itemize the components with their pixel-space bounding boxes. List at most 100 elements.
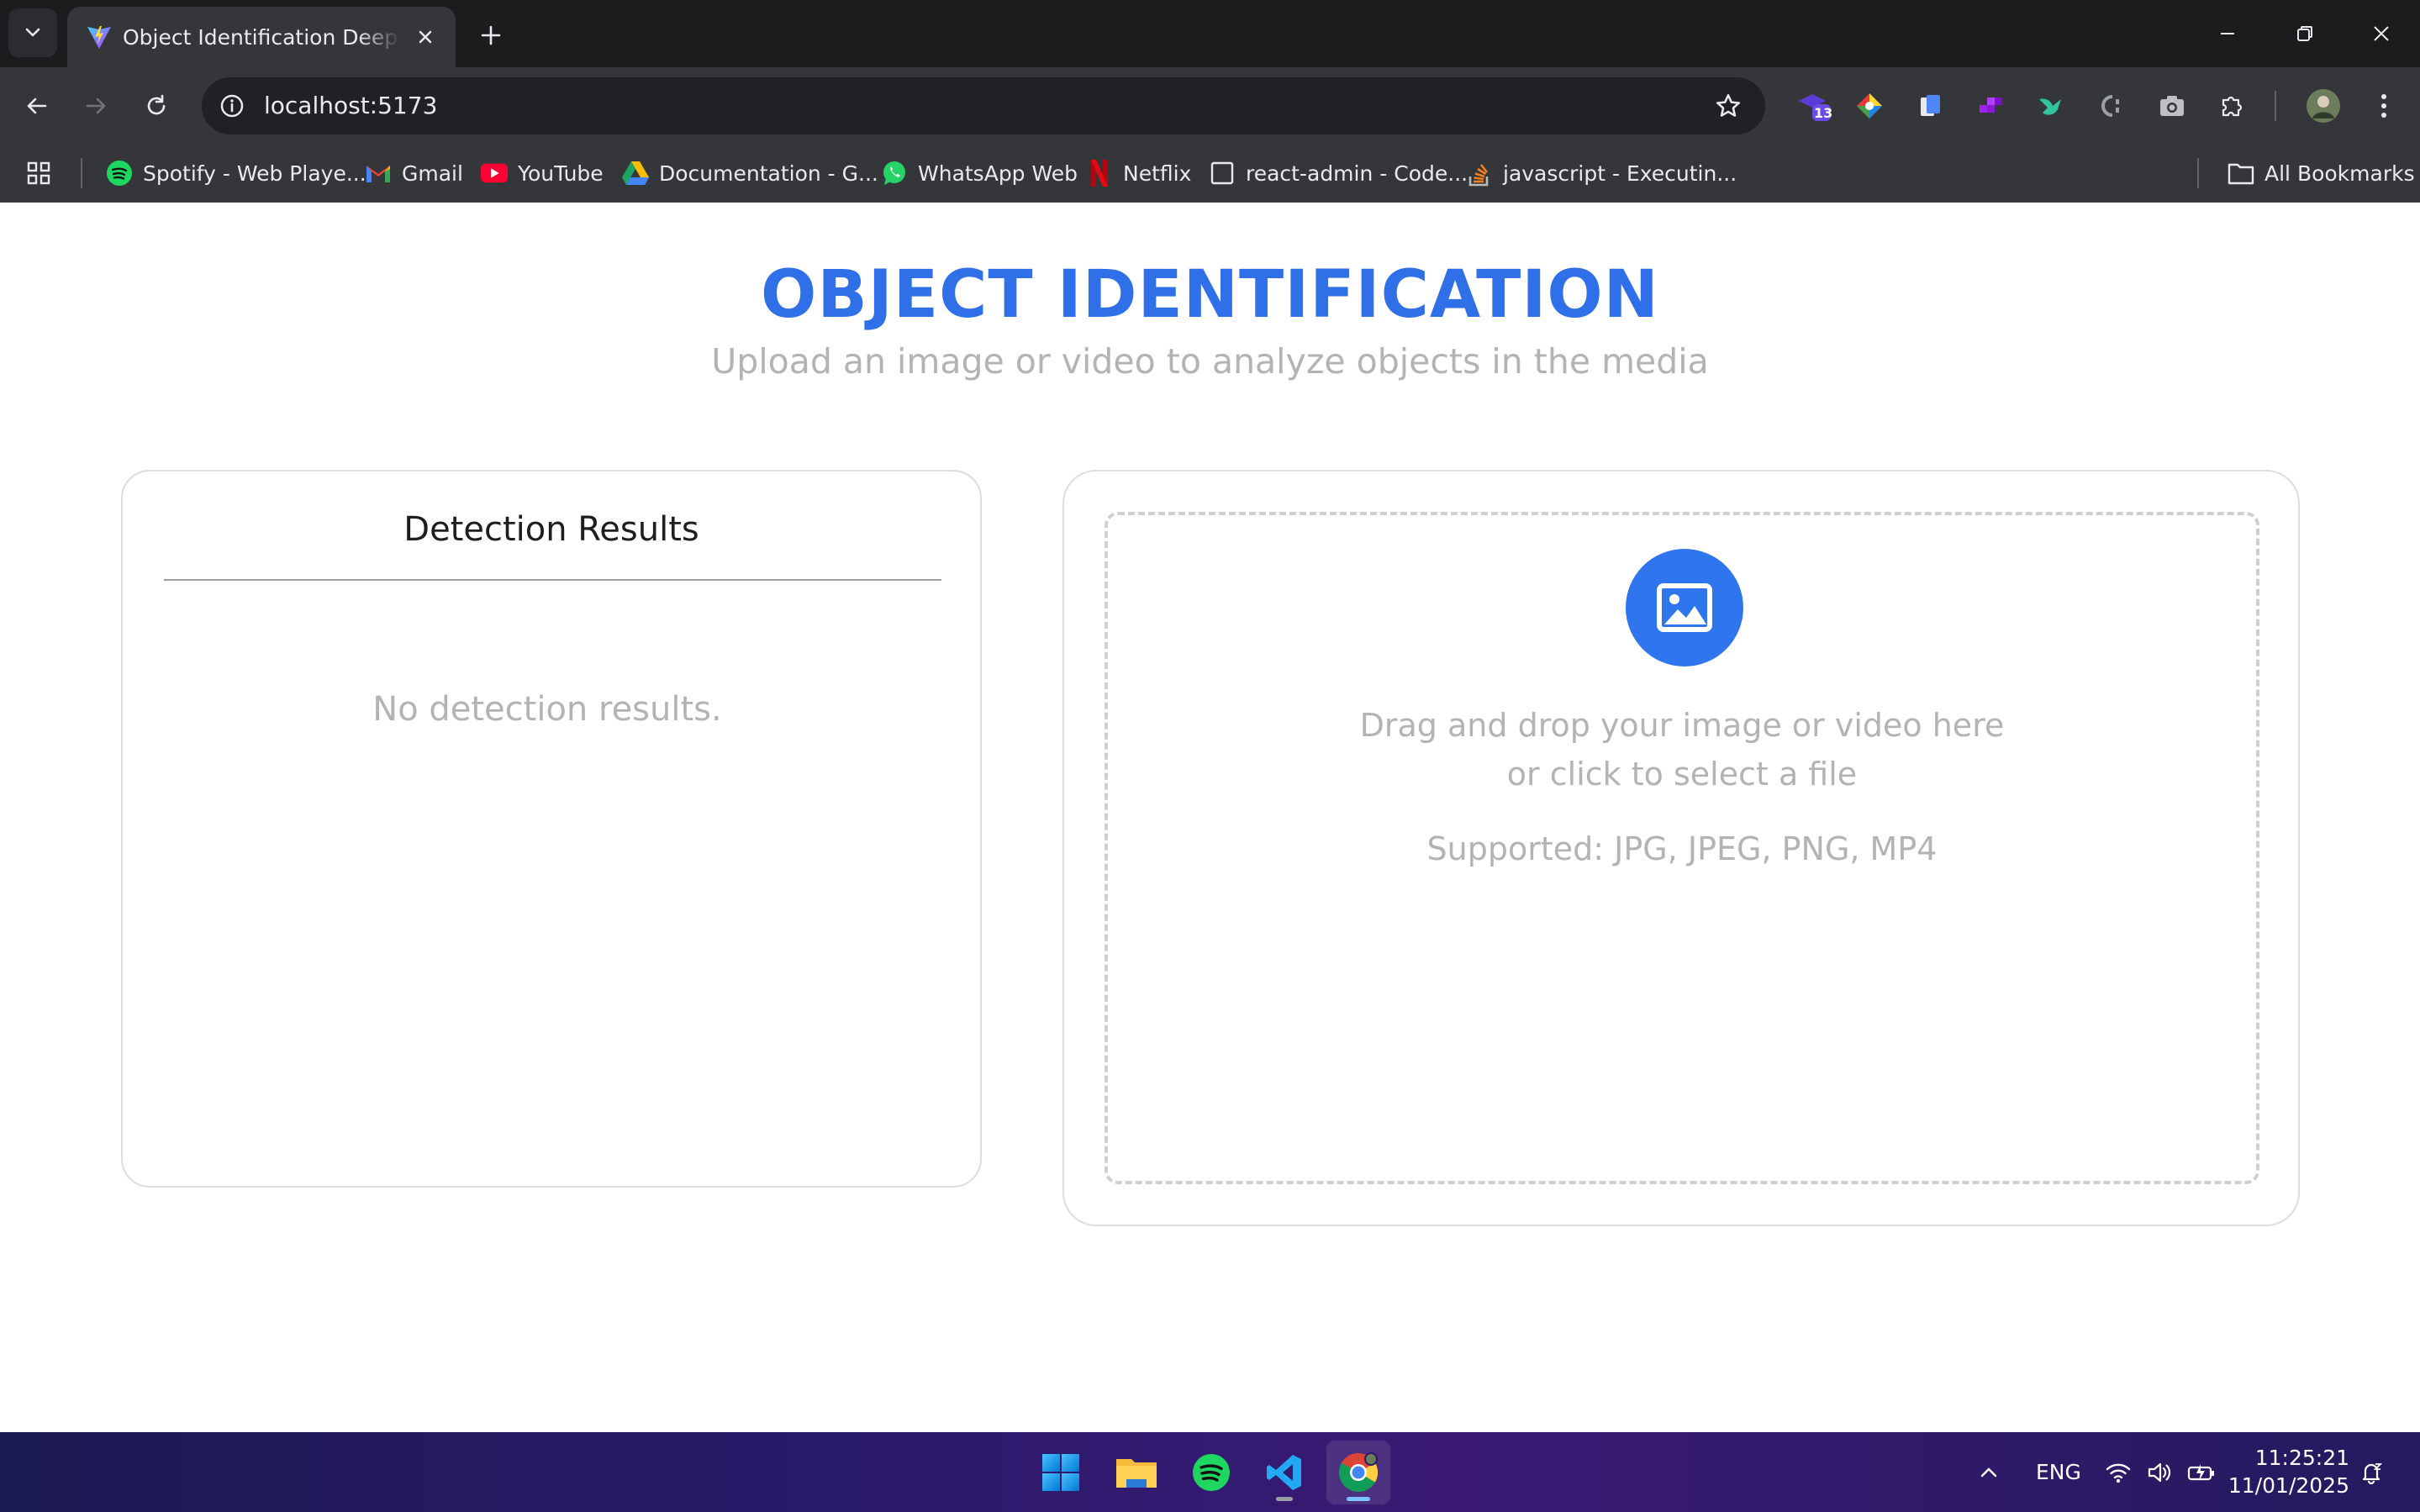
spotify-icon [106, 160, 133, 187]
extension-tetris-button[interactable] [1970, 86, 2011, 126]
dropzone-instruction: Drag and drop your image or video here [1359, 707, 2005, 744]
chrome-menu-button[interactable] [2364, 86, 2404, 126]
bookmark-label: react-admin - Code... [1246, 161, 1468, 186]
restore-icon [2297, 26, 2312, 41]
forward-button[interactable] [72, 82, 119, 129]
language-indicator[interactable]: ENG [2036, 1432, 2081, 1512]
bookmark-javascript[interactable]: javascript - Executin... [1466, 153, 1737, 193]
blocks-icon [1980, 97, 2002, 113]
vscode-taskbar-button[interactable] [1252, 1441, 1316, 1504]
bookmark-label: YouTube [518, 161, 604, 186]
chrome-taskbar-button[interactable] [1326, 1441, 1390, 1504]
bookmark-netflix[interactable]: Netflix [1086, 153, 1191, 193]
puzzle-icon [2222, 96, 2243, 117]
address-bar[interactable]: localhost:5173 [202, 77, 1765, 134]
tray-overflow-button[interactable] [1977, 1432, 2001, 1512]
notifications-button[interactable] [2359, 1432, 2384, 1512]
bookmark-label: Documentation - G... [659, 161, 878, 186]
arrow-right-icon [86, 97, 106, 114]
bookmark-gmail[interactable]: Gmail [365, 153, 463, 193]
vscode-icon [1267, 1455, 1301, 1490]
wifi-icon [2106, 1463, 2131, 1483]
active-indicator [1347, 1497, 1370, 1501]
quick-settings-button[interactable] [2105, 1432, 2216, 1512]
running-indicator [1276, 1497, 1293, 1501]
close-icon [2374, 26, 2389, 41]
windows-taskbar: ENG 11:25:21 11/01/2025 [0, 1432, 2420, 1512]
bookmark-documentation[interactable]: Documentation - G... [622, 153, 878, 193]
tab-close-button[interactable] [412, 24, 439, 50]
google-drive-icon [622, 160, 649, 187]
results-empty-message: No detection results. [372, 690, 722, 729]
file-explorer-icon [1116, 1459, 1157, 1488]
extension-c-button[interactable] [2091, 86, 2132, 126]
results-divider [164, 579, 941, 581]
close-window-button[interactable] [2343, 0, 2420, 67]
new-tab-button[interactable] [471, 15, 511, 55]
back-button[interactable] [13, 82, 61, 129]
youtube-icon [481, 160, 508, 187]
c-bracket-icon [2101, 95, 2119, 117]
browser-toolbar: localhost:5173 13 [0, 67, 2420, 145]
chevron-up-icon [1980, 1467, 1997, 1477]
windows-start-icon [1042, 1454, 1079, 1491]
extension-bird-button[interactable] [2031, 86, 2071, 126]
bookmark-label: Spotify - Web Playe... [143, 161, 366, 186]
extension-screenshot-button[interactable] [2152, 86, 2192, 126]
apps-grid-button[interactable] [25, 153, 52, 193]
netflix-icon [1086, 160, 1113, 187]
speaker-icon [2148, 1462, 2171, 1482]
bookmarks-bar: Spotify - Web Playe... Gmail YouTube Doc… [0, 145, 2420, 203]
start-button[interactable] [1029, 1441, 1093, 1504]
file-dropzone[interactable]: Drag and drop your image or video here o… [1105, 512, 2259, 1184]
reload-button[interactable] [133, 82, 180, 129]
bookmark-whatsapp[interactable]: WhatsApp Web [881, 153, 1078, 193]
extension-badge-count: 13 [1814, 105, 1833, 121]
kebab-menu-icon [2381, 94, 2386, 118]
close-icon [419, 30, 432, 44]
tab-active[interactable]: Object Identification Deep Learning [67, 7, 456, 67]
bookmark-label: javascript - Executin... [1503, 161, 1737, 186]
file-explorer-button[interactable] [1105, 1441, 1168, 1504]
extensions-menu-button[interactable] [2212, 86, 2253, 126]
avatar-icon [2307, 89, 2340, 123]
profile-avatar-button[interactable] [2303, 86, 2344, 126]
tab-title: Object Identification Deep Learning [123, 25, 400, 50]
bookmark-react-admin[interactable]: react-admin - Code... [1209, 153, 1468, 193]
supported-formats: Supported: JPG, JPEG, PNG, MP4 [1426, 830, 1938, 867]
restore-button[interactable] [2266, 0, 2344, 67]
bookmark-label: Gmail [402, 161, 463, 186]
app-page: OBJECT IDENTIFICATION Upload an image or… [0, 203, 2420, 1432]
tab-search-button[interactable] [8, 8, 57, 57]
spotify-taskbar-button[interactable] [1179, 1441, 1243, 1504]
system-clock[interactable]: 11:25:21 11/01/2025 [2228, 1444, 2349, 1499]
all-bookmarks-button[interactable]: All Bookmarks [2228, 153, 2415, 193]
color-diamond-icon [1857, 93, 1882, 119]
minimize-icon [2221, 33, 2234, 34]
extension-badge-button[interactable]: 13 [1794, 86, 1834, 126]
bookmark-youtube[interactable]: YouTube [481, 153, 604, 193]
copy-docs-icon [1921, 95, 1940, 116]
detection-results-panel: Detection Results No detection results. [121, 470, 982, 1188]
site-info-button[interactable] [214, 87, 250, 124]
camera-icon [2160, 96, 2184, 116]
extension-docs-button[interactable] [1910, 86, 1950, 126]
extension-colorful-button[interactable] [1849, 86, 1890, 126]
bookmarks-divider [81, 158, 82, 188]
image-upload-icon[interactable] [1626, 549, 1743, 666]
arrow-left-icon [27, 97, 47, 114]
bookmark-star-button[interactable] [1710, 87, 1747, 124]
bookmark-spotify[interactable]: Spotify - Web Playe... [106, 153, 366, 193]
chevron-down-icon [25, 28, 40, 37]
info-icon [220, 94, 244, 118]
bird-icon [2039, 98, 2061, 115]
upload-panel: Drag and drop your image or video here o… [1062, 470, 2300, 1226]
stackoverflow-icon [1466, 160, 1493, 187]
star-outline-icon [1716, 93, 1741, 117]
browser-chrome: Object Identification Deep Learning [0, 0, 2420, 203]
url-text[interactable]: localhost:5173 [264, 77, 437, 134]
minimize-button[interactable] [2189, 0, 2266, 67]
tab-strip: Object Identification Deep Learning [0, 0, 2420, 67]
spotify-icon [1193, 1454, 1230, 1491]
all-bookmarks-label: All Bookmarks [2264, 161, 2415, 186]
